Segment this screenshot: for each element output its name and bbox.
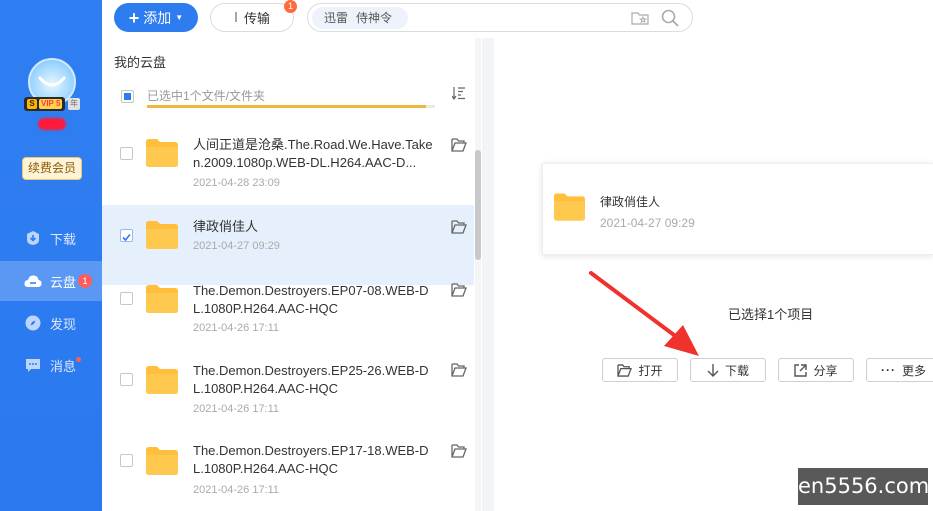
page-title: 我的云盘 [114, 55, 167, 70]
search-tag: 侍神令 [356, 11, 393, 25]
list-item-selected[interactable]: 律政俏佳人 2021-04-27 09:29 [102, 205, 474, 285]
open-folder-icon[interactable] [451, 220, 467, 234]
sidebar-item-label: 云盘 [50, 274, 77, 290]
cloud-icon [24, 272, 42, 290]
open-folder-icon[interactable] [451, 363, 467, 377]
open-label: 打开 [638, 363, 663, 378]
file-date: 2021-04-28 23:09 [193, 177, 280, 189]
row-checkbox[interactable] [120, 147, 133, 160]
more-button[interactable]: ··· 更多 [866, 358, 933, 382]
more-dots-icon: ··· [881, 363, 896, 377]
download-label: 下载 [724, 363, 749, 378]
notification-badge: 1 [78, 274, 93, 288]
file-name: 人间正道是沧桑.The.Road.We.Have.Taken.2009.1080… [193, 137, 433, 170]
row-checkbox-checked[interactable] [120, 229, 133, 242]
file-date: 2021-04-27 09:29 [193, 240, 280, 252]
share-icon [794, 363, 808, 377]
redacted-username [38, 118, 66, 130]
file-name: 律政俏佳人 [193, 219, 259, 234]
sidebar-item-download[interactable]: 下载 [0, 218, 102, 258]
list-item[interactable]: The.Demon.Destroyers.EP07-08.WEB-DL.1080… [102, 283, 474, 365]
share-button[interactable]: 分享 [778, 358, 854, 382]
search-tags[interactable]: 迅雷 侍神令 [312, 7, 408, 29]
plus-icon: + [128, 7, 140, 28]
selection-bar: 已选中1个文件/文件夹 [102, 83, 482, 113]
pane-divider [482, 38, 494, 511]
list-item[interactable]: The.Demon.Destroyers.EP17-18.WEB-DL.1080… [102, 443, 474, 511]
open-folder-icon[interactable] [451, 283, 467, 297]
more-label: 更多 [902, 363, 927, 378]
transfer-count-badge: 1 [284, 0, 297, 13]
file-list-pane: 我的云盘 已选中1个文件/文件夹 人间正道是沧桑.The.Road.We.Hav… [102, 38, 482, 511]
detail-file-date: 2021-04-27 09:29 [600, 216, 695, 230]
folder-icon [146, 447, 178, 475]
open-folder-icon[interactable] [451, 444, 467, 458]
transfer-button[interactable]: 传输 [210, 3, 294, 32]
download-icon [24, 229, 42, 247]
vip-level: VIP 5 [39, 99, 63, 109]
list-item[interactable]: 人间正道是沧桑.The.Road.We.Have.Taken.2009.1080… [102, 125, 474, 205]
file-name: The.Demon.Destroyers.EP07-08.WEB-DL.1080… [193, 283, 429, 316]
watermark: en5556.com [798, 468, 929, 505]
sidebar-item-label: 下载 [50, 231, 77, 247]
search-icon[interactable] [661, 9, 679, 27]
folder-icon [146, 366, 178, 394]
arrow-down-icon [707, 363, 719, 377]
folder-icon [554, 193, 585, 221]
message-icon [24, 356, 42, 374]
open-folder-icon [617, 363, 633, 377]
renew-membership-button[interactable]: 续费会员 [22, 157, 82, 180]
sidebar-item-label: 发现 [50, 316, 77, 332]
file-name: The.Demon.Destroyers.EP25-26.WEB-DL.1080… [193, 363, 429, 396]
folder-star-icon[interactable] [631, 10, 649, 26]
vip-year-badge: 年 [68, 98, 80, 110]
search-tag: 迅雷 [324, 11, 349, 25]
detail-pane [494, 38, 933, 511]
vip-badge: S VIP 5 [24, 97, 66, 111]
open-folder-icon[interactable] [451, 138, 467, 152]
selection-text: 已选中1个文件/文件夹 [147, 89, 266, 103]
progress-fill [147, 105, 427, 108]
list-item[interactable]: The.Demon.Destroyers.EP25-26.WEB-DL.1080… [102, 363, 474, 445]
file-date: 2021-04-26 17:11 [193, 322, 280, 334]
chevron-down-icon: ▼ [175, 13, 184, 22]
open-button[interactable]: 打开 [602, 358, 678, 382]
detail-card: 律政俏佳人 2021-04-27 09:29 [542, 163, 933, 255]
folder-icon [146, 139, 178, 167]
selection-progress-bar [147, 105, 435, 108]
sidebar-item-discover[interactable]: 发现 [0, 303, 102, 343]
detail-file-name: 律政俏佳人 [600, 195, 661, 209]
transfer-label: 传输 [243, 11, 270, 26]
sidebar-item-messages[interactable]: 消息 [0, 345, 102, 385]
transfer-icon [234, 10, 238, 25]
selected-count-text: 已选择1个项目 [728, 307, 814, 322]
scrollbar-track[interactable] [475, 38, 481, 511]
folder-icon [146, 285, 178, 313]
unread-dot [76, 356, 82, 362]
add-label: 添加 [143, 9, 172, 26]
row-checkbox[interactable] [120, 292, 133, 305]
cloud-smile-icon [38, 76, 66, 87]
sort-icon[interactable] [452, 86, 466, 100]
file-date: 2021-04-26 17:11 [193, 484, 280, 496]
add-button[interactable]: + 添加 ▼ [114, 3, 198, 32]
file-name: The.Demon.Destroyers.EP17-18.WEB-DL.1080… [193, 443, 429, 476]
select-all-checkbox[interactable] [121, 90, 134, 103]
row-checkbox[interactable] [120, 373, 133, 386]
download-button[interactable]: 下载 [690, 358, 766, 382]
sidebar-item-label: 消息 [50, 358, 77, 374]
compass-icon [24, 314, 42, 332]
share-label: 分享 [813, 363, 838, 378]
sidebar: S VIP 5 年 续费会员 下载 云盘 1 发现 消息 [0, 0, 102, 511]
scrollbar-thumb[interactable] [475, 150, 481, 260]
search-input[interactable]: 迅雷 侍神令 [307, 3, 693, 32]
file-date: 2021-04-26 17:11 [193, 403, 280, 415]
row-checkbox[interactable] [120, 454, 133, 467]
sidebar-item-cloud[interactable]: 云盘 1 [0, 261, 102, 301]
checkmark-icon [122, 233, 131, 242]
folder-icon [146, 221, 178, 249]
vip-s-icon: S [27, 99, 37, 109]
